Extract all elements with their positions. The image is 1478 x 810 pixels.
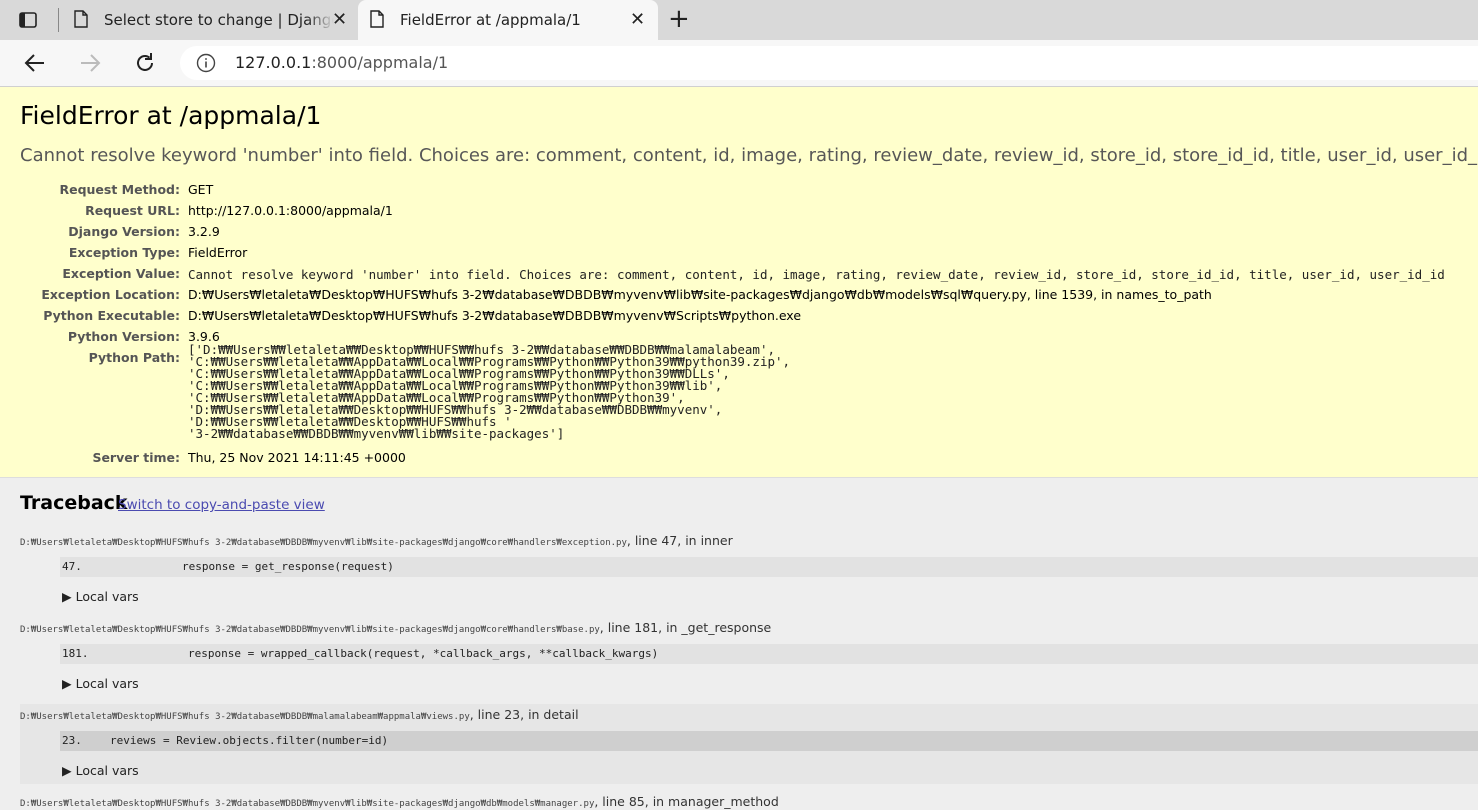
local-vars-toggle[interactable]: ▶ Local vars	[62, 589, 139, 604]
code-line[interactable]: 23. reviews = Review.objects.filter(numb…	[60, 731, 1478, 751]
back-arrow-icon[interactable]	[22, 50, 48, 76]
meta-value: D:₩Users₩letaleta₩Desktop₩HUFS₩hufs 3-2₩…	[188, 308, 802, 323]
meta-value: 3.2.9	[188, 224, 220, 239]
frame-location: , line 181, in _get_response	[599, 620, 772, 635]
meta-value: Cannot resolve keyword 'number' into fie…	[188, 267, 1445, 282]
url-field[interactable]: 127.0.0.1:8000/appmala/1	[180, 46, 1478, 80]
copy-paste-view-link[interactable]: Switch to copy-and-paste view	[118, 497, 325, 513]
forward-arrow-icon[interactable]	[77, 50, 103, 76]
local-vars-label: Local vars	[75, 763, 139, 778]
line-number: 23.	[62, 734, 82, 747]
error-message: Cannot resolve keyword 'number' into fie…	[20, 145, 1478, 166]
traceback-section: Traceback Switch to copy-and-paste view …	[0, 478, 1478, 810]
tab-label: FieldError at /appmala/1	[400, 11, 581, 29]
meta-key: Python Path:	[88, 350, 180, 365]
address-bar: 127.0.0.1:8000/appmala/1	[0, 40, 1478, 87]
meta-key: Django Version:	[68, 224, 180, 239]
frame-location: , line 85, in manager_method	[594, 794, 779, 809]
error-summary: FieldError at /appmala/1 Cannot resolve …	[0, 87, 1478, 478]
local-vars-toggle[interactable]: ▶ Local vars	[62, 676, 139, 691]
frame-file-path: D:₩Users₩letaleta₩Desktop₩HUFS₩hufs 3-2₩…	[20, 707, 579, 722]
meta-key: Server time:	[92, 450, 180, 465]
url-text: 127.0.0.1:8000/appmala/1	[235, 53, 448, 72]
frame-file: D:₩Users₩letaleta₩Desktop₩HUFS₩hufs 3-2₩…	[20, 538, 627, 548]
code-line[interactable]: 47. response = get_response(request)	[60, 557, 1478, 577]
document-icon	[74, 10, 88, 28]
new-tab-icon[interactable]: +	[668, 6, 690, 32]
close-icon[interactable]: ✕	[332, 9, 347, 30]
tab-django-admin[interactable]: Select store to change | Django site adm…	[62, 0, 356, 40]
python-path-list: ['D:₩₩Users₩₩letaleta₩₩Desktop₩₩HUFS₩₩hu…	[188, 343, 790, 441]
frame-file-path: D:₩Users₩letaleta₩Desktop₩HUFS₩hufs 3-2₩…	[20, 620, 771, 635]
code-text: response = get_response(request)	[182, 560, 394, 573]
local-vars-label: Local vars	[75, 589, 139, 604]
python-path-line: '3-2₩₩database₩₩DBDB₩₩myvenv₩₩lib₩₩site-…	[188, 426, 565, 441]
triangle-right-icon: ▶	[62, 589, 72, 604]
tab-field-error[interactable]: FieldError at /appmala/1 ✕	[358, 0, 658, 40]
meta-key: Request URL:	[85, 203, 180, 218]
tab-separator	[58, 8, 59, 32]
document-icon	[370, 10, 384, 28]
meta-key: Exception Location:	[41, 287, 180, 302]
code-text: reviews = Review.objects.filter(number=i…	[110, 734, 389, 747]
meta-key: Exception Type:	[68, 245, 180, 260]
meta-value: Thu, 25 Nov 2021 14:11:45 +0000	[188, 450, 406, 465]
tab-actions-icon[interactable]	[18, 10, 38, 30]
meta-key: Python Executable:	[43, 308, 180, 323]
local-vars-label: Local vars	[75, 676, 139, 691]
reload-icon[interactable]	[132, 50, 158, 76]
meta-key: Python Version:	[67, 329, 180, 344]
frame-file-path: D:₩Users₩letaleta₩Desktop₩HUFS₩hufs 3-2₩…	[20, 533, 733, 548]
line-number: 47.	[62, 560, 82, 573]
traceback-title: Traceback	[20, 492, 128, 514]
meta-key: Exception Value:	[62, 266, 180, 281]
frame-file: D:₩Users₩letaleta₩Desktop₩HUFS₩hufs 3-2₩…	[20, 799, 595, 809]
meta-value: FieldError	[188, 245, 248, 260]
tab-label: Select store to change | Django site adm…	[104, 11, 334, 29]
tab-strip: Select store to change | Django site adm…	[0, 0, 1478, 40]
url-host: 127.0.0.1	[235, 53, 312, 72]
url-path: :8000/appmala/1	[311, 53, 449, 72]
frame-location: , line 23, in detail	[469, 707, 579, 722]
frame-file-path: D:₩Users₩letaleta₩Desktop₩HUFS₩hufs 3-2₩…	[20, 794, 779, 809]
meta-value: GET	[188, 182, 214, 197]
triangle-right-icon: ▶	[62, 763, 72, 778]
page-title: FieldError at /appmala/1	[20, 101, 322, 130]
meta-key: Request Method:	[59, 182, 180, 197]
code-line[interactable]: 181. response = wrapped_callback(request…	[60, 644, 1478, 664]
frame-file: D:₩Users₩letaleta₩Desktop₩HUFS₩hufs 3-2₩…	[20, 712, 470, 722]
local-vars-toggle[interactable]: ▶ Local vars	[62, 763, 139, 778]
line-number: 181.	[62, 647, 89, 660]
close-icon[interactable]: ✕	[630, 9, 645, 30]
info-icon[interactable]	[196, 53, 216, 73]
triangle-right-icon: ▶	[62, 676, 72, 691]
meta-value: http://127.0.0.1:8000/appmala/1	[188, 203, 393, 218]
frame-file: D:₩Users₩letaleta₩Desktop₩HUFS₩hufs 3-2₩…	[20, 625, 600, 635]
meta-value: D:₩Users₩letaleta₩Desktop₩HUFS₩hufs 3-2₩…	[188, 287, 1212, 302]
frame-location: , line 47, in inner	[626, 533, 733, 548]
code-text: response = wrapped_callback(request, *ca…	[188, 647, 659, 660]
